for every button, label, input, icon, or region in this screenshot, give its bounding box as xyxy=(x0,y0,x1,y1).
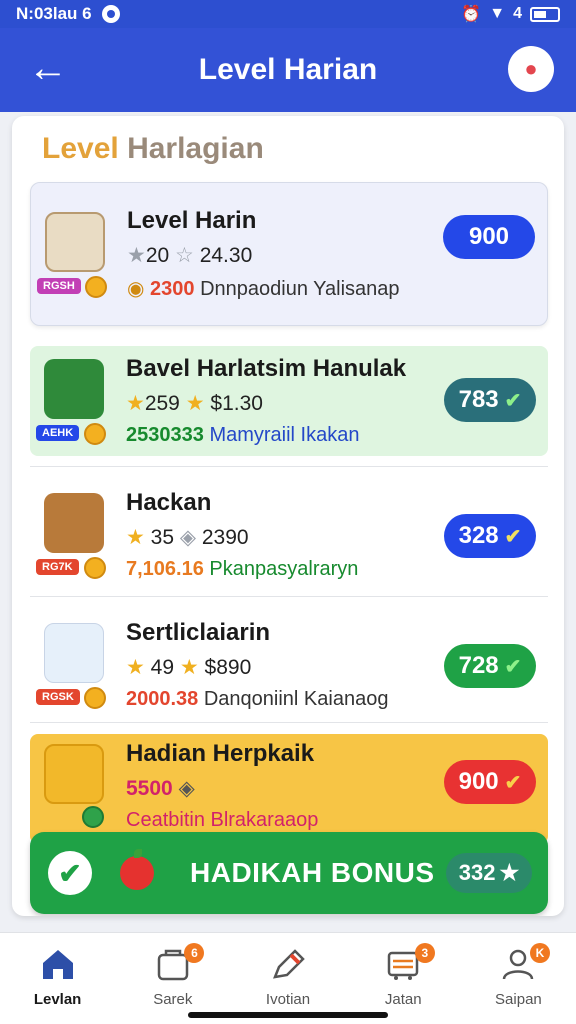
bonus-button[interactable]: ✔ HADIKAH BONUS 332 ★ xyxy=(30,832,548,914)
star-icon: ★ xyxy=(179,656,199,679)
star-icon: ★ xyxy=(185,392,205,415)
item-tag: AEHK xyxy=(36,425,80,441)
five-coin-icon xyxy=(44,744,104,804)
divider xyxy=(30,466,548,467)
coin-icon xyxy=(84,687,106,709)
coin-icon xyxy=(85,276,107,298)
nav-item-levlan[interactable]: Levlan xyxy=(0,933,115,1024)
badge-icon xyxy=(82,806,104,828)
item-thumbnail: AEHK xyxy=(36,355,108,447)
list-item[interactable]: AEHK Bavel Harlatsim Hanulak ★259 ★ $1.3… xyxy=(30,346,548,456)
item-subtitle: 2530333 Mamyraiil Ikakan xyxy=(126,424,360,446)
apple-icon xyxy=(120,849,154,890)
item-name: Sertliclaiarin xyxy=(126,619,271,646)
divider xyxy=(30,596,548,597)
home-indicator xyxy=(188,1012,388,1018)
bonus-label: HADIKAH BONUS xyxy=(190,857,435,888)
coin-icon: ◉ xyxy=(127,278,145,300)
points-button[interactable]: 728 ✔ xyxy=(444,644,536,688)
star-icon: ★ xyxy=(127,244,146,267)
item-tag: RGSK xyxy=(36,689,80,705)
star-icon: ★ xyxy=(126,392,145,415)
item-tag: RG7K xyxy=(36,559,79,575)
coin-icon xyxy=(84,557,106,579)
nav-badge: 6 xyxy=(184,943,205,963)
points-button[interactable]: 900 ✔ xyxy=(444,760,536,804)
item-thumbnail: RGSH xyxy=(37,208,109,300)
gift-icon: ◈ xyxy=(179,526,197,549)
crate-icon xyxy=(44,493,104,553)
signal-icon: 4 xyxy=(513,5,522,22)
check-icon: ✔ xyxy=(504,525,522,548)
coin-icon xyxy=(84,423,106,445)
level-list-card: Level Harlagian RGSH Level Harin ★20 ☆ 2… xyxy=(12,116,564,916)
divider xyxy=(30,722,548,723)
item-subtitle: ◉ 2300 Dnnpaodiun Yalisanap xyxy=(127,278,400,300)
list-item[interactable]: RGSK Sertliclaiarin ★ 49 ★ $890 2000.38 … xyxy=(30,606,548,724)
status-icons: ⏰ ▼ 4 xyxy=(461,4,560,24)
check-circle-icon: ✔ xyxy=(48,851,92,895)
status-bar: N:03lau 6 ⏰ ▼ 4 xyxy=(0,0,576,28)
fruit-basket-icon xyxy=(44,623,104,683)
nav-label: Jatan xyxy=(384,991,422,1008)
star-icon: ☆ xyxy=(175,244,194,267)
status-time: N:03lau 6 xyxy=(16,4,92,23)
nav-item-ivotian[interactable]: Ivotian xyxy=(230,933,345,1024)
nav-label: Sarek xyxy=(153,991,193,1008)
alarm-icon: ⏰ xyxy=(461,6,482,23)
wifi-icon: ▼ xyxy=(489,5,506,22)
gift-icon: ◈ xyxy=(178,777,195,800)
bonus-count: 332 ★ xyxy=(446,853,532,893)
nav-label: Ivotian xyxy=(265,991,311,1008)
check-icon: ✔ xyxy=(504,389,522,412)
item-name: Hackan xyxy=(126,489,212,516)
item-subtitle: 2000.38 Danqoniinl Kaianaog xyxy=(126,688,389,710)
star-icon: ★ xyxy=(499,860,520,885)
star-icon: ★ xyxy=(126,656,145,679)
pen-icon xyxy=(273,949,305,979)
battery-icon xyxy=(530,6,560,22)
nav-item-jatan[interactable]: 3 Jatan xyxy=(346,933,461,1024)
bottom-nav: Levlan 6 Sarek Ivotian 3 Jatan K Saipan xyxy=(0,932,576,1024)
arrow-left-icon[interactable]: ← xyxy=(28,48,68,88)
item-subtitle: 7,106.16 Pkanpasyalraryn xyxy=(126,558,359,580)
home-icon xyxy=(42,950,73,979)
list-item[interactable]: Hadian Herpkaik 5500 ◈ Ceatbitin Blrakar… xyxy=(30,734,548,844)
list-item[interactable]: RGSH Level Harin ★20 ☆ 24.30 ◉ 2300 Dnnp… xyxy=(30,182,548,326)
check-icon: ✔ xyxy=(504,655,522,678)
chat-bubble-icon[interactable]: ● xyxy=(508,46,554,92)
page-title: Level Harian xyxy=(198,53,378,86)
points-button[interactable]: 900 xyxy=(443,215,535,259)
item-thumbnail xyxy=(36,740,108,832)
notification-icon xyxy=(101,5,120,23)
item-thumbnail: RGSK xyxy=(36,619,108,711)
nav-badge: 3 xyxy=(414,943,435,963)
sack-icon xyxy=(45,212,105,272)
nav-item-saipan[interactable]: K Saipan xyxy=(461,933,576,1024)
item-subtitle: Ceatbitin Blrakaraaop xyxy=(126,809,319,831)
list-item[interactable]: RG7K Hackan ★ 35 ◈ 2390 7,106.16 Pkanpas… xyxy=(30,476,548,594)
nav-badge: K xyxy=(530,943,551,963)
points-button[interactable]: 328 ✔ xyxy=(444,514,536,558)
nav-item-sarek[interactable]: 6 Sarek xyxy=(115,933,230,1024)
item-tag: RGSH xyxy=(37,278,81,294)
ticket-icon xyxy=(44,359,104,419)
points-button[interactable]: 783 ✔ xyxy=(444,378,536,422)
nav-label: Saipan xyxy=(495,991,542,1008)
star-icon: ★ xyxy=(126,526,145,549)
item-thumbnail: RG7K xyxy=(36,489,108,581)
nav-label: Levlan xyxy=(33,991,82,1008)
app-header: ← Level Harian ● xyxy=(0,28,576,112)
section-title: Level Harlagian xyxy=(42,132,264,165)
check-icon: ✔ xyxy=(504,771,522,794)
